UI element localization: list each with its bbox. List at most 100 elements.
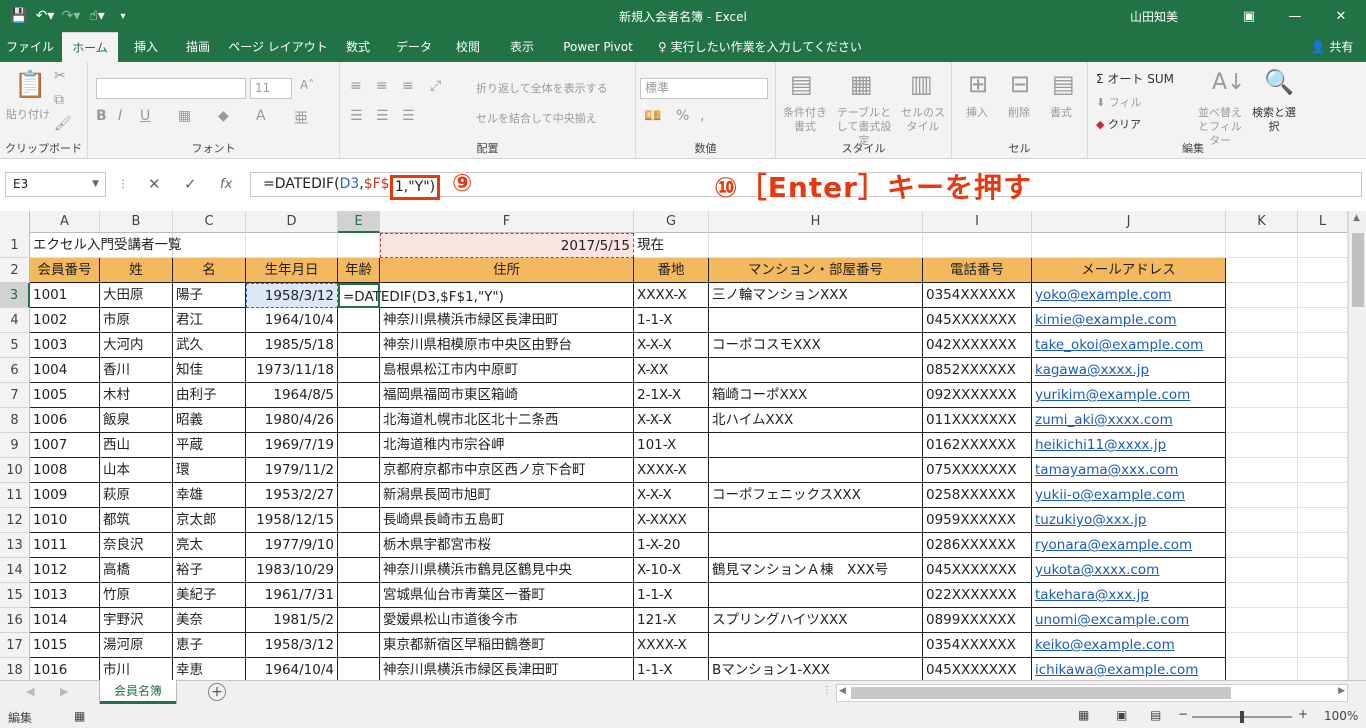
empty-cell[interactable] bbox=[1226, 533, 1298, 558]
cell[interactable]: 1003 bbox=[30, 333, 100, 358]
vertical-scrollbar[interactable]: ▲ bbox=[1348, 211, 1366, 680]
save-icon[interactable]: 💾 bbox=[8, 5, 30, 27]
underline-icon[interactable]: U bbox=[140, 108, 150, 124]
empty-cell[interactable] bbox=[1226, 433, 1298, 458]
cell[interactable]: 0354XXXXXX bbox=[923, 633, 1032, 658]
cell[interactable]: 1980/4/26 bbox=[246, 408, 338, 433]
align-top-icon[interactable]: ≡ bbox=[350, 78, 362, 94]
empty-cell[interactable] bbox=[1226, 558, 1298, 583]
next-sheet-icon[interactable]: ▶ bbox=[60, 685, 68, 698]
empty-cell[interactable] bbox=[1298, 433, 1348, 458]
cell[interactable] bbox=[338, 408, 380, 433]
empty-cell[interactable] bbox=[1226, 358, 1298, 383]
cell[interactable]: 北海道札幌市北区北十二条西 bbox=[380, 408, 634, 433]
cell[interactable]: 1006 bbox=[30, 408, 100, 433]
cell[interactable] bbox=[338, 333, 380, 358]
empty-cell[interactable] bbox=[1298, 483, 1348, 508]
cell[interactable]: 1977/9/10 bbox=[246, 533, 338, 558]
empty-cell[interactable] bbox=[1226, 308, 1298, 333]
cell[interactable]: X-X-X bbox=[634, 333, 709, 358]
header-cell[interactable]: 住所 bbox=[380, 258, 634, 283]
cell[interactable]: 亮太 bbox=[173, 533, 246, 558]
cell[interactable] bbox=[338, 658, 380, 680]
cell[interactable]: 宮城県仙台市青葉区一番町 bbox=[380, 583, 634, 608]
row-header[interactable]: 5 bbox=[0, 333, 30, 358]
h-scroll-thumb[interactable] bbox=[851, 687, 1231, 699]
font-name-select[interactable] bbox=[96, 78, 246, 99]
header-cell[interactable]: マンション・部屋番号 bbox=[709, 258, 923, 283]
cell[interactable] bbox=[338, 458, 380, 483]
cell[interactable]: X-10-X bbox=[634, 558, 709, 583]
tab-home[interactable]: ホーム bbox=[62, 32, 118, 62]
delete-cells-button[interactable]: 削除 bbox=[1008, 106, 1030, 120]
empty-cell[interactable] bbox=[1226, 658, 1298, 680]
scroll-up-icon[interactable]: ▲ bbox=[1353, 213, 1360, 223]
cancel-icon[interactable]: ✕ bbox=[148, 172, 161, 197]
align-center-icon[interactable]: ☰ bbox=[376, 108, 389, 124]
tab-file[interactable]: ファイル bbox=[0, 32, 60, 62]
cell[interactable]: 美奈 bbox=[173, 608, 246, 633]
cell[interactable]: 011XXXXXXX bbox=[923, 408, 1032, 433]
email-link[interactable]: heikichi11@xxxx.jp bbox=[1032, 433, 1226, 458]
sheet-title-cell[interactable]: エクセル入門受講者一覧 bbox=[30, 233, 182, 258]
split-handle-icon[interactable]: ⋮ bbox=[822, 685, 832, 696]
cell[interactable]: 0899XXXXXX bbox=[923, 608, 1032, 633]
normal-view-icon[interactable]: ▦ bbox=[1078, 708, 1089, 722]
email-link[interactable]: takehara@xxx.jp bbox=[1032, 583, 1226, 608]
email-link[interactable]: zumi_aki@xxxx.com bbox=[1032, 408, 1226, 433]
empty-cell[interactable] bbox=[1298, 558, 1348, 583]
cell[interactable]: 022XXXXXXX bbox=[923, 583, 1032, 608]
column-header[interactable]: C bbox=[173, 211, 246, 233]
active-cell-e3[interactable]: =DATEDIF(D3,$F$1,"Y") bbox=[338, 283, 504, 308]
cell[interactable]: 0258XXXXXX bbox=[923, 483, 1032, 508]
cell[interactable]: 1958/3/12 bbox=[246, 633, 338, 658]
cell[interactable]: XXXX-X bbox=[634, 633, 709, 658]
zoom-slider-thumb[interactable] bbox=[1240, 711, 1244, 723]
empty-cell[interactable] bbox=[1298, 658, 1348, 680]
macro-record-icon[interactable]: ▦ bbox=[74, 709, 85, 723]
copy-icon[interactable]: ⧉ bbox=[54, 92, 64, 108]
phonetic-icon[interactable]: 亜 bbox=[294, 108, 308, 128]
cell[interactable] bbox=[338, 608, 380, 633]
cell[interactable]: 武久 bbox=[173, 333, 246, 358]
column-header[interactable]: E bbox=[338, 211, 380, 233]
cell[interactable]: 香川 bbox=[100, 358, 173, 383]
column-header[interactable]: L bbox=[1298, 211, 1348, 233]
empty-cell[interactable] bbox=[1298, 283, 1348, 308]
format-cells-button[interactable]: 書式 bbox=[1050, 106, 1072, 120]
tab-page-layout[interactable]: ページ レイアウト bbox=[228, 32, 328, 62]
align-left-icon[interactable]: ☰ bbox=[350, 108, 363, 124]
cell[interactable]: 山本 bbox=[100, 458, 173, 483]
cell[interactable]: 1-X-20 bbox=[634, 533, 709, 558]
cell[interactable] bbox=[709, 358, 923, 383]
cell[interactable]: XXXX-X bbox=[634, 458, 709, 483]
cell[interactable]: 君江 bbox=[173, 308, 246, 333]
empty-cell[interactable] bbox=[1298, 458, 1348, 483]
cell[interactable]: 裕子 bbox=[173, 558, 246, 583]
empty-cell[interactable] bbox=[1298, 583, 1348, 608]
comma-icon[interactable]: , bbox=[700, 108, 704, 124]
cell[interactable] bbox=[338, 583, 380, 608]
empty-cell[interactable] bbox=[173, 233, 246, 258]
cell[interactable]: 萩原 bbox=[100, 483, 173, 508]
cell[interactable]: 恵子 bbox=[173, 633, 246, 658]
cell[interactable]: 1985/5/18 bbox=[246, 333, 338, 358]
cell[interactable]: XXXX-X bbox=[634, 283, 709, 308]
header-cell[interactable]: 名 bbox=[173, 258, 246, 283]
touch-mode-icon[interactable]: ☝▾ bbox=[86, 5, 108, 27]
cell[interactable] bbox=[709, 633, 923, 658]
cell[interactable]: X-X-X bbox=[634, 408, 709, 433]
cell[interactable]: 042XXXXXXX bbox=[923, 333, 1032, 358]
tab-formulas[interactable]: 数式 bbox=[336, 32, 380, 62]
cell[interactable]: 1009 bbox=[30, 483, 100, 508]
row-header[interactable]: 1 bbox=[0, 233, 30, 258]
column-header[interactable]: B bbox=[100, 211, 173, 233]
fill-button[interactable]: ⬇ フィル bbox=[1096, 96, 1142, 110]
insert-function-icon[interactable]: fx bbox=[220, 172, 232, 197]
email-link[interactable]: tuzukiyo@xxx.jp bbox=[1032, 508, 1226, 533]
cell[interactable]: 西山 bbox=[100, 433, 173, 458]
row-header[interactable]: 3 bbox=[0, 283, 30, 308]
cell[interactable]: 由利子 bbox=[173, 383, 246, 408]
tab-view[interactable]: 表示 bbox=[500, 32, 544, 62]
empty-cell[interactable] bbox=[1298, 333, 1348, 358]
